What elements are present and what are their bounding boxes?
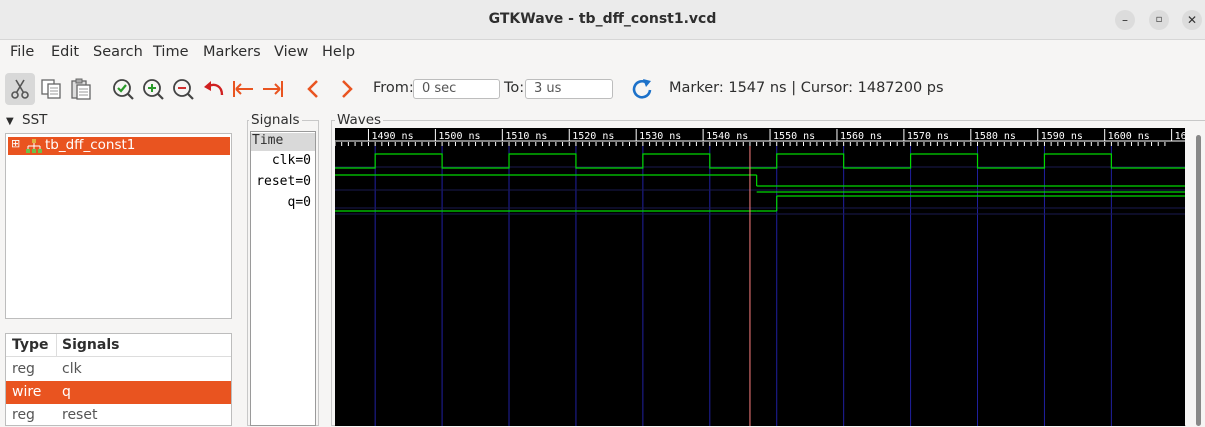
signals-list[interactable]: Time clk=0 reset=0 q=0 — [250, 131, 316, 426]
ruler-tick-label: 1500 ns — [438, 131, 480, 142]
expand-icon[interactable]: ⊞ — [11, 137, 20, 150]
ruler-tick-label: 1610 — [1175, 131, 1185, 142]
menu-search[interactable]: Search — [93, 44, 143, 60]
menu-edit[interactable]: Edit — [51, 44, 79, 60]
sst-label: SST — [22, 112, 48, 128]
menu-markers[interactable]: Markers — [203, 44, 261, 60]
row-signal: clk — [62, 361, 82, 377]
menu-view[interactable]: View — [274, 44, 308, 60]
zoom-to-start-icon[interactable] — [231, 77, 255, 101]
scrollbar-thumb[interactable] — [1196, 135, 1201, 426]
waveform-svg: 1490 ns 1500 ns 1510 ns 1520 ns 1530 ns 1540 … — [335, 129, 1185, 426]
signal-name: reset — [256, 174, 296, 189]
table-header: Type Signals — [6, 334, 231, 357]
cut-button[interactable] — [5, 73, 35, 105]
ruler-tick-label: 1600 ns — [1108, 131, 1150, 142]
minimize-button[interactable]: – — [1115, 10, 1135, 30]
window-title: GTKWave - tb_dff_const1.vcd — [488, 11, 717, 27]
waveform-canvas[interactable]: 1490 ns 1500 ns 1510 ns 1520 ns 1530 ns 1540 … — [335, 128, 1185, 426]
ruler-tick-label: 1580 ns — [974, 131, 1016, 142]
signal-name: clk — [271, 153, 296, 168]
signal-q[interactable]: q=0 — [288, 195, 311, 210]
close-button[interactable]: ✕ — [1182, 10, 1202, 30]
ruler-tick-label: 1560 ns — [840, 131, 882, 142]
table-row[interactable]: reg reset — [6, 404, 231, 427]
signal-value: =0 — [295, 195, 311, 210]
ruler-tick-label: 1590 ns — [1041, 131, 1083, 142]
zoom-fit-icon[interactable] — [111, 77, 135, 101]
tree-item-tb-dff-const1[interactable]: ⊞ tb_dff_const1 — [8, 137, 230, 155]
signal-value: =0 — [295, 174, 311, 189]
signals-label: Signals — [249, 112, 302, 128]
row-type: reg — [12, 407, 35, 423]
copy-icon[interactable] — [39, 77, 63, 101]
module-tree-icon — [26, 139, 42, 153]
ruler-tick-label: 1510 ns — [505, 131, 547, 142]
marker-cursor-status: Marker: 1547 ns | Cursor: 1487200 ps — [669, 80, 944, 96]
signal-clk[interactable]: clk=0 — [272, 153, 311, 168]
row-type: wire — [12, 384, 42, 400]
signal-reset[interactable]: reset=0 — [256, 174, 311, 189]
paste-icon[interactable] — [69, 77, 93, 101]
sst-expander[interactable]: ▼ SST — [6, 112, 47, 128]
reload-icon[interactable] — [630, 77, 654, 101]
sst-tree[interactable]: ⊞ tb_dff_const1 — [5, 133, 232, 319]
undo-zoom-icon[interactable] — [201, 77, 225, 101]
to-label: To: — [504, 80, 525, 96]
menu-time[interactable]: Time — [153, 44, 189, 60]
clk-trace — [335, 153, 1185, 169]
row-signal: reset — [62, 407, 98, 423]
zoom-out-icon[interactable] — [171, 77, 195, 101]
collapse-arrow-icon: ▼ — [6, 116, 14, 127]
page-left-icon[interactable] — [302, 77, 326, 101]
table-row[interactable]: reg clk — [6, 358, 231, 381]
time-header: Time — [251, 133, 315, 151]
title-bar: GTKWave - tb_dff_const1.vcd – ▫ ✕ — [0, 0, 1205, 40]
zoom-to-end-icon[interactable] — [261, 77, 285, 101]
menu-bar: File Edit Search Time Markers View Help — [0, 40, 1205, 66]
from-label: From: — [373, 80, 414, 96]
from-input[interactable]: 0 sec — [413, 79, 500, 99]
ruler-tick-label: 1550 ns — [773, 131, 815, 142]
page-right-icon[interactable] — [334, 77, 358, 101]
ruler-tick-label: 1520 ns — [572, 131, 614, 142]
maximize-button[interactable]: ▫ — [1149, 10, 1169, 30]
ruler-tick-label: 1530 ns — [639, 131, 681, 142]
ruler-tick-label: 1570 ns — [907, 131, 949, 142]
scissors-icon — [11, 79, 29, 99]
ruler-tick-label: 1540 ns — [706, 131, 748, 142]
column-header-type[interactable]: Type — [12, 337, 49, 353]
menu-file[interactable]: File — [10, 44, 34, 60]
row-signal: q — [62, 384, 71, 400]
column-header-signals[interactable]: Signals — [62, 337, 119, 353]
waves-label: Waves — [335, 112, 384, 128]
row-type: reg — [12, 361, 35, 377]
signal-type-table: Type Signals reg clk wire q reg reset — [5, 333, 232, 426]
tree-item-label: tb_dff_const1 — [45, 137, 136, 153]
signal-value: =0 — [295, 153, 311, 168]
table-row[interactable]: wire q — [6, 381, 231, 404]
menu-help[interactable]: Help — [322, 44, 355, 60]
toolbar: From: 0 sec To: 3 us Marker: 1547 ns | C… — [0, 68, 1205, 110]
to-input[interactable]: 3 us — [525, 79, 613, 99]
ruler-tick-label: 1490 ns — [371, 131, 413, 142]
zoom-in-icon[interactable] — [141, 77, 165, 101]
